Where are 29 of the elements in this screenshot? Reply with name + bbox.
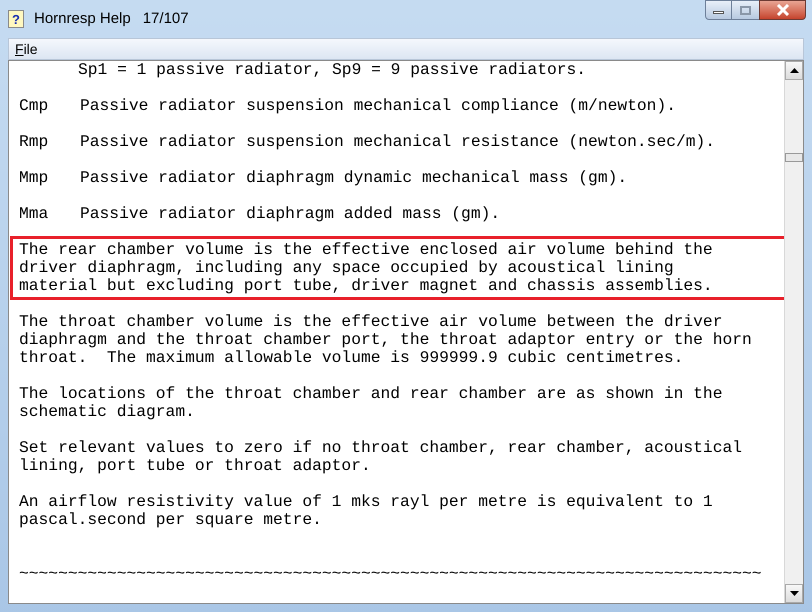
parameter-description: Passive radiator suspension mechanical resistance (newton.sec/m). bbox=[80, 133, 716, 151]
help-paragraph: An airflow resistivity value of 1 mks rayl per metre is equivalent to 1 pascal.second per square metre. bbox=[19, 493, 714, 529]
minimize-button[interactable] bbox=[705, 0, 732, 20]
window-title: Hornresp Help bbox=[34, 8, 131, 29]
file-menu[interactable]: File bbox=[9, 38, 44, 60]
parameter-description: Passive radiator diaphragm dynamic mechanical mass (gm). bbox=[80, 169, 628, 187]
parameter-name: Mmp bbox=[19, 169, 50, 187]
parameter-name: Cmp bbox=[19, 97, 50, 115]
help-paragraph: Set relevant values to zero if no throat chamber, rear chamber, acoustical lining, port tube or throat adaptor. bbox=[19, 439, 744, 475]
scroll-up-button[interactable] bbox=[785, 61, 803, 80]
parameter-name: Mma bbox=[19, 205, 50, 223]
scroll-down-button[interactable] bbox=[785, 584, 803, 603]
close-button[interactable] bbox=[759, 0, 806, 20]
help-paragraph: The locations of the throat chamber and rear chamber are as shown in the schematic diagram. bbox=[19, 385, 724, 421]
scroll-thumb[interactable] bbox=[785, 153, 803, 162]
up-arrow-icon bbox=[790, 68, 798, 73]
highlighted-paragraph: The rear chamber volume is the effective enclosed air volume behind the driver diaphragm, including any space occupied by acoustical lining material but excluding port tube, driver magnet and chassis assemblies. bbox=[10, 236, 784, 300]
page-counter: 17/107 bbox=[142, 8, 189, 29]
help-text: Sp1 = 1 passive radiator, Sp9 = 9 passive radiators. bbox=[78, 61, 588, 79]
scrollbar[interactable] bbox=[784, 61, 803, 603]
maximize-button[interactable] bbox=[732, 0, 759, 20]
parameter-description: Passive radiator diaphragm added mass (gm). bbox=[80, 205, 500, 223]
parameter-description: Passive radiator suspension mechanical compliance (m/newton). bbox=[80, 97, 676, 115]
close-icon bbox=[776, 4, 790, 16]
down-arrow-icon bbox=[790, 591, 798, 596]
parameter-name: Rmp bbox=[19, 133, 50, 151]
separator-line: ~~~~~~~~~~~~~~~~~~~~~~~~~~~~~~~~~~~~~~~~~~~~~~~~~~~~~~~~~~~~~~~~~~~~~~~~~~~~ bbox=[19, 565, 763, 583]
help-paragraph: The throat chamber volume is the effective air volume between the driver diaphragm and the throat chamber port, the throat adaptor entry or the horn throat. The maximum allowable volume is 999999.9 cubic centimetres. bbox=[19, 313, 753, 367]
help-icon: ? bbox=[8, 10, 24, 28]
